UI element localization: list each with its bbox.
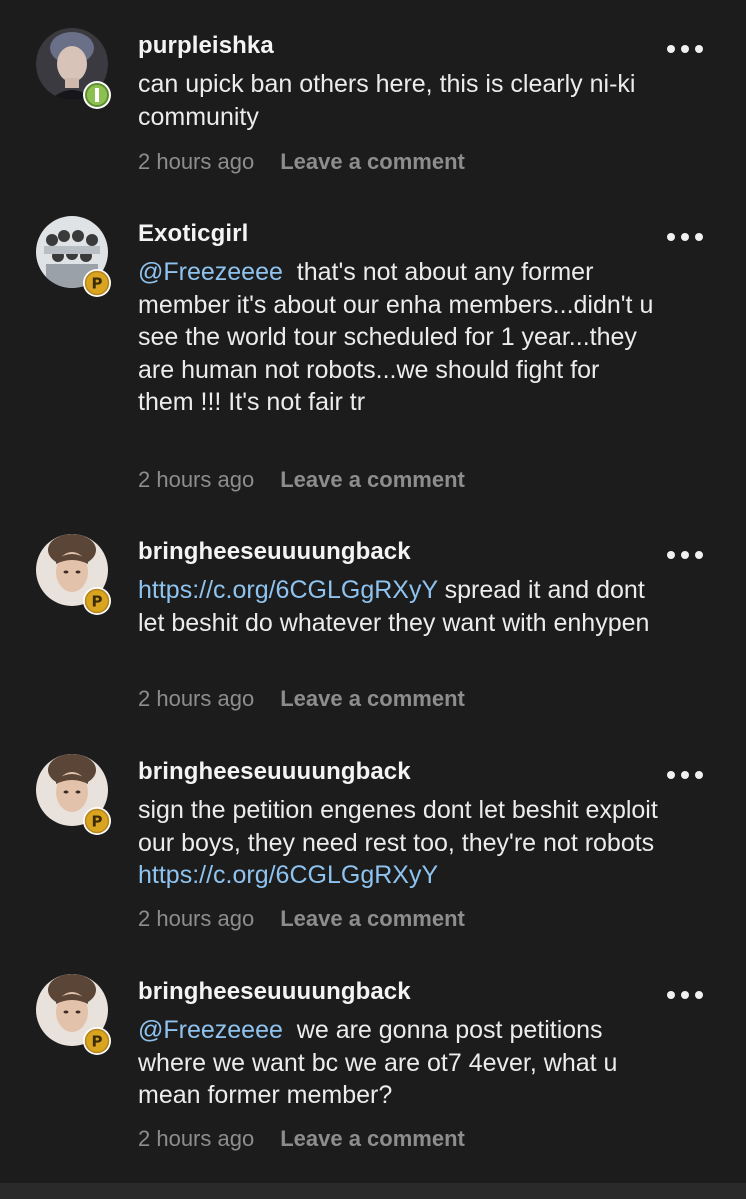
comment-text: https://c.org/6CGLGgRXyY spread it and d… (138, 574, 658, 639)
svg-text:P: P (92, 593, 103, 611)
petition-link[interactable]: https://c.org/6CGLGgRXyY (138, 861, 438, 889)
bottom-bar (0, 1183, 746, 1199)
more-options-icon[interactable] (664, 226, 706, 248)
timestamp: 2 hours ago (138, 686, 255, 711)
timestamp: 2 hours ago (138, 467, 255, 492)
more-options-icon[interactable] (664, 764, 706, 786)
timestamp: 2 hours ago (138, 906, 255, 931)
comment-text: @Freezeeee we are gonna post petitions w… (138, 1014, 658, 1112)
comment-meta: 2 hours ago Leave a comment (138, 1126, 465, 1152)
timestamp: 2 hours ago (138, 149, 255, 174)
more-options-icon[interactable] (664, 38, 706, 60)
leave-comment-button[interactable]: Leave a comment (280, 686, 465, 711)
comment-meta: 2 hours ago Leave a comment (138, 686, 465, 712)
comment-meta: 2 hours ago Leave a comment (138, 467, 465, 493)
more-options-icon[interactable] (664, 544, 706, 566)
svg-text:P: P (92, 813, 103, 831)
username[interactable]: bringheeseuuuungback (138, 758, 411, 786)
leave-comment-button[interactable]: Leave a comment (280, 1126, 465, 1151)
comment-text: can upick ban others here, this is clear… (138, 68, 658, 133)
medal-badge-icon (82, 80, 112, 110)
leave-comment-button[interactable]: Leave a comment (280, 906, 465, 931)
username[interactable]: purpleishka (138, 32, 274, 60)
petition-link[interactable]: https://c.org/6CGLGgRXyY (138, 576, 438, 604)
username[interactable]: Exoticgirl (138, 220, 248, 248)
points-badge-icon: P (82, 1026, 112, 1056)
comment-meta: 2 hours ago Leave a comment (138, 906, 465, 932)
points-badge-icon: P (82, 268, 112, 298)
svg-text:P: P (92, 1033, 103, 1051)
comment-text: sign the petition engenes dont let beshi… (138, 794, 658, 892)
comment-text: @Freezeeee that's not about any former m… (138, 256, 658, 419)
username[interactable]: bringheeseuuuungback (138, 538, 411, 566)
more-options-icon[interactable] (664, 984, 706, 1006)
mention-link[interactable]: @Freezeeee (138, 1016, 283, 1044)
leave-comment-button[interactable]: Leave a comment (280, 149, 465, 174)
comment-text-segment: can upick ban others here, this is clear… (138, 70, 636, 131)
mention-link[interactable]: @Freezeeee (138, 258, 283, 286)
svg-text:P: P (92, 275, 103, 293)
comment-text-segment: sign the petition engenes dont let beshi… (138, 796, 669, 857)
points-badge-icon: P (82, 806, 112, 836)
timestamp: 2 hours ago (138, 1126, 255, 1151)
comment-meta: 2 hours ago Leave a comment (138, 149, 465, 175)
username[interactable]: bringheeseuuuungback (138, 978, 411, 1006)
leave-comment-button[interactable]: Leave a comment (280, 467, 465, 492)
points-badge-icon: P (82, 586, 112, 616)
